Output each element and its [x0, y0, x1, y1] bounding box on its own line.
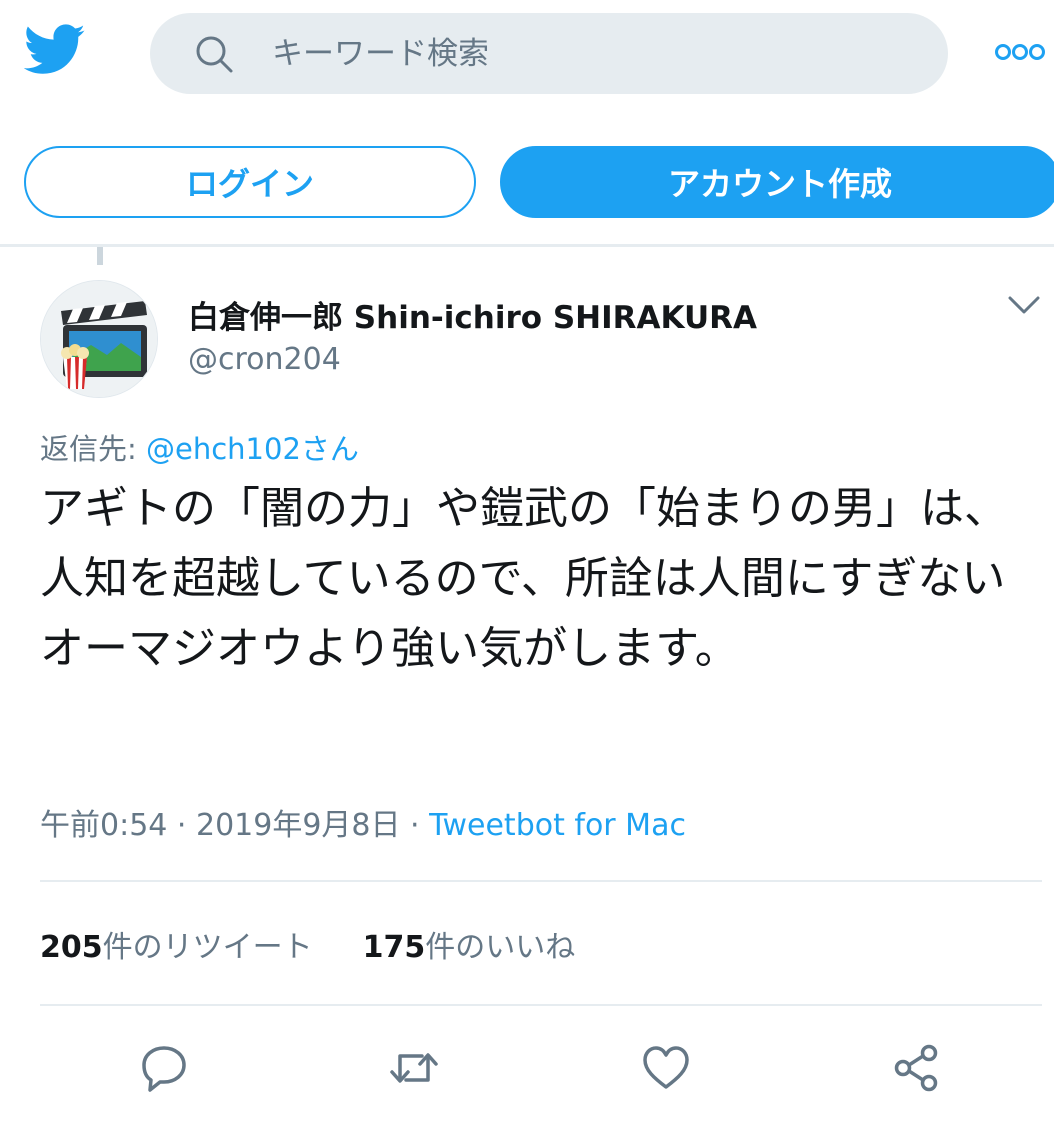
avatar-image: [41, 281, 157, 397]
tweet-text: アギトの「闇の力」や鎧武の「始まりの男」は、人知を超越しているので、所詮は人間に…: [40, 483, 1008, 674]
reply-mention-link[interactable]: @ehch102さん: [146, 432, 359, 466]
meta-separator: ·: [400, 808, 430, 843]
retweet-label: 件のリツイート: [102, 930, 313, 965]
author-display-name[interactable]: 白倉伸一郎 Shin-ichiro SHIRAKURA: [188, 292, 757, 337]
retweet-stat[interactable]: 205件のリツイート: [40, 930, 313, 965]
tweet-time[interactable]: 午前0:54: [40, 808, 167, 843]
avatar[interactable]: [40, 280, 158, 398]
more-icon[interactable]: [994, 38, 1046, 66]
stats-divider-top: [40, 880, 1042, 882]
login-button[interactable]: ログイン: [24, 146, 476, 218]
retweet-count: 205: [40, 930, 103, 965]
search-input[interactable]: [272, 35, 832, 72]
tweet-page: ログイン アカウント作成 白倉伸一郎 Shin-ichiro SHIRAKURA…: [0, 0, 1054, 1124]
reply-context: 返信先: @ehch102さん: [40, 426, 359, 468]
like-icon[interactable]: [638, 1040, 694, 1096]
thread-line: [97, 247, 103, 265]
like-count: 175: [362, 930, 426, 965]
like-label: 件のいいね: [425, 930, 576, 965]
twitter-bird-icon[interactable]: [24, 24, 86, 76]
tweet-date[interactable]: 2019年9月8日: [196, 808, 401, 843]
search-bar[interactable]: [150, 13, 948, 94]
header-divider: [0, 244, 1054, 247]
share-icon[interactable]: [888, 1040, 944, 1096]
tweet-meta: 午前0:54 · 2019年9月8日 · Tweetbot for Mac: [40, 800, 686, 844]
reply-prefix: 返信先:: [40, 432, 146, 466]
stats-divider-bottom: [40, 1004, 1042, 1006]
search-icon: [196, 36, 233, 72]
chevron-down-icon[interactable]: [1006, 292, 1042, 318]
signup-button[interactable]: アカウント作成: [500, 146, 1054, 218]
reply-icon[interactable]: [136, 1040, 192, 1096]
tweet-stats: 205件のリツイート 175件のいいね: [40, 922, 575, 966]
tweet-source-link[interactable]: Tweetbot for Mac: [429, 808, 686, 843]
author-handle[interactable]: @cron204: [188, 342, 341, 377]
retweet-icon[interactable]: [386, 1040, 442, 1096]
meta-separator: ·: [167, 808, 196, 843]
like-stat[interactable]: 175件のいいね: [363, 930, 576, 965]
